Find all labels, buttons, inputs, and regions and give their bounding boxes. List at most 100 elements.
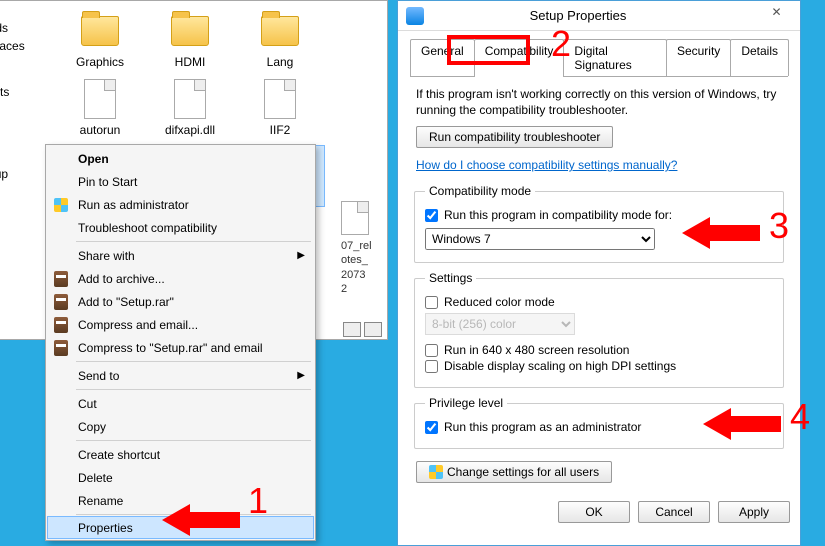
nav-item[interactable]: cent places [0, 37, 51, 55]
privilege-level-group: Privilege level Run this program as an a… [414, 396, 784, 449]
disable-dpi-scaling-checkbox[interactable] [425, 360, 438, 373]
file-autorun[interactable]: autorun [55, 77, 145, 137]
ctx-send-to[interactable]: Send to▶ [48, 364, 313, 387]
winrar-icon [54, 294, 68, 310]
nav-item[interactable]: wnloads [0, 19, 51, 37]
folder-icon [171, 16, 209, 46]
file-icon [341, 201, 369, 235]
compat-mode-label: Run this program in compatibility mode f… [444, 208, 672, 222]
nav-item[interactable]: puter [0, 193, 51, 211]
nav-item[interactable]: negroup [0, 165, 51, 183]
app-icon [406, 7, 424, 25]
separator [76, 389, 311, 390]
tab-details[interactable]: Details [730, 39, 789, 76]
view-switcher[interactable] [343, 322, 382, 337]
tab-strip: General Compatibility Digital Signatures… [410, 39, 788, 77]
tab-digital-signatures[interactable]: Digital Signatures [563, 39, 667, 76]
nav-item[interactable]: ries [0, 65, 51, 83]
cancel-button[interactable]: Cancel [638, 501, 710, 523]
compat-mode-checkbox-row[interactable]: Run this program in compatibility mode f… [425, 208, 773, 222]
compatibility-mode-group: Compatibility mode Run this program in c… [414, 184, 784, 263]
tab-security[interactable]: Security [666, 39, 731, 76]
reduced-color-checkbox-row[interactable]: Reduced color mode [425, 295, 773, 309]
ctx-compress-to-setup-and-email[interactable]: Compress to "Setup.rar" and email [48, 336, 313, 359]
nav-item[interactable]: tures [0, 119, 51, 137]
ctx-properties[interactable]: Properties [47, 516, 314, 539]
details-view-icon[interactable] [343, 322, 361, 337]
file-iif2[interactable]: IIF2 [235, 77, 325, 137]
icons-view-icon[interactable] [364, 322, 382, 337]
color-depth-select: 8-bit (256) color [425, 313, 575, 335]
submenu-arrow-icon: ▶ [297, 250, 305, 261]
how-do-i-link[interactable]: How do I choose compatibility settings m… [416, 158, 677, 172]
group-label: Settings [425, 271, 476, 285]
separator [76, 440, 311, 441]
ctx-delete[interactable]: Delete [48, 466, 313, 489]
group-label: Privilege level [425, 396, 507, 410]
disable-dpi-scaling-checkbox-row[interactable]: Disable display scaling on high DPI sett… [425, 359, 773, 373]
dialog-title: Setup Properties [432, 8, 754, 23]
folder-icon [261, 16, 299, 46]
group-label: Compatibility mode [425, 184, 535, 198]
reduced-color-checkbox[interactable] [425, 296, 438, 309]
compat-mode-checkbox[interactable] [425, 209, 438, 222]
separator [76, 241, 311, 242]
run-640x480-checkbox-row[interactable]: Run in 640 x 480 screen resolution [425, 343, 773, 357]
folder-lang[interactable]: Lang [235, 9, 325, 69]
run-as-admin-checkbox[interactable] [425, 421, 438, 434]
context-menu: Open Pin to Start Run as administrator T… [45, 144, 316, 541]
close-button[interactable]: ✕ [754, 2, 799, 24]
intro-text: If this program isn't working correctly … [410, 77, 788, 124]
dialog-button-row: OK Cancel Apply [398, 495, 800, 529]
run-compat-troubleshooter-button[interactable]: Run compatibility troubleshooter [416, 126, 613, 148]
nav-pane: sktop wnloads cent places ries cuments s… [0, 1, 51, 341]
nav-item[interactable]: sktop [0, 1, 51, 19]
titlebar: Setup Properties ✕ [398, 1, 800, 31]
separator [76, 514, 311, 515]
nav-item[interactable]: sic [0, 101, 51, 119]
winrar-icon [54, 271, 68, 287]
winrar-icon [54, 317, 68, 333]
folder-graphics[interactable]: Graphics [55, 9, 145, 69]
apply-button[interactable]: Apply [718, 501, 790, 523]
ctx-create-shortcut[interactable]: Create shortcut [48, 443, 313, 466]
nav-item[interactable]: cuments [0, 83, 51, 101]
ctx-pin-to-start[interactable]: Pin to Start [48, 170, 313, 193]
ctx-rename[interactable]: Rename [48, 489, 313, 512]
shield-icon [54, 198, 68, 212]
ctx-open[interactable]: Open [48, 147, 313, 170]
ok-button[interactable]: OK [558, 501, 630, 523]
faded-file: 07_rel otes_ 2073 2 [341, 201, 372, 296]
setup-properties-dialog: Setup Properties ✕ General Compatibility… [397, 0, 801, 546]
disable-dpi-scaling-label: Disable display scaling on high DPI sett… [444, 359, 676, 373]
ctx-cut[interactable]: Cut [48, 392, 313, 415]
nav-item[interactable]: leos [0, 137, 51, 155]
ctx-copy[interactable]: Copy [48, 415, 313, 438]
run-640x480-checkbox[interactable] [425, 344, 438, 357]
ctx-add-to-setup-rar[interactable]: Add to "Setup.rar" [48, 290, 313, 313]
run-as-admin-label: Run this program as an administrator [444, 420, 641, 434]
folder-hdmi[interactable]: HDMI [145, 9, 235, 69]
ctx-add-to-archive[interactable]: Add to archive... [48, 267, 313, 290]
ctx-troubleshoot-compat[interactable]: Troubleshoot compatibility [48, 216, 313, 239]
tab-compatibility[interactable]: Compatibility [474, 39, 565, 77]
file-icon [264, 79, 296, 119]
submenu-arrow-icon: ▶ [297, 370, 305, 381]
winrar-icon [54, 340, 68, 356]
file-difxapi[interactable]: difxapi.dll [145, 77, 235, 137]
run-640x480-label: Run in 640 x 480 screen resolution [444, 343, 629, 357]
separator [76, 361, 311, 362]
ctx-share-with[interactable]: Share with▶ [48, 244, 313, 267]
tab-general[interactable]: General [410, 39, 475, 76]
nav-item[interactable]: vork [0, 221, 51, 239]
ctx-run-as-admin[interactable]: Run as administrator [48, 193, 313, 216]
reduced-color-label: Reduced color mode [444, 295, 555, 309]
file-icon [174, 79, 206, 119]
folder-icon [81, 16, 119, 46]
compat-mode-select[interactable]: Windows 7 [425, 228, 655, 250]
change-settings-all-users-button[interactable]: Change settings for all users [416, 461, 612, 483]
file-icon [84, 79, 116, 119]
ctx-compress-and-email[interactable]: Compress and email... [48, 313, 313, 336]
run-as-admin-checkbox-row[interactable]: Run this program as an administrator [425, 420, 773, 434]
settings-group: Settings Reduced color mode 8-bit (256) … [414, 271, 784, 388]
